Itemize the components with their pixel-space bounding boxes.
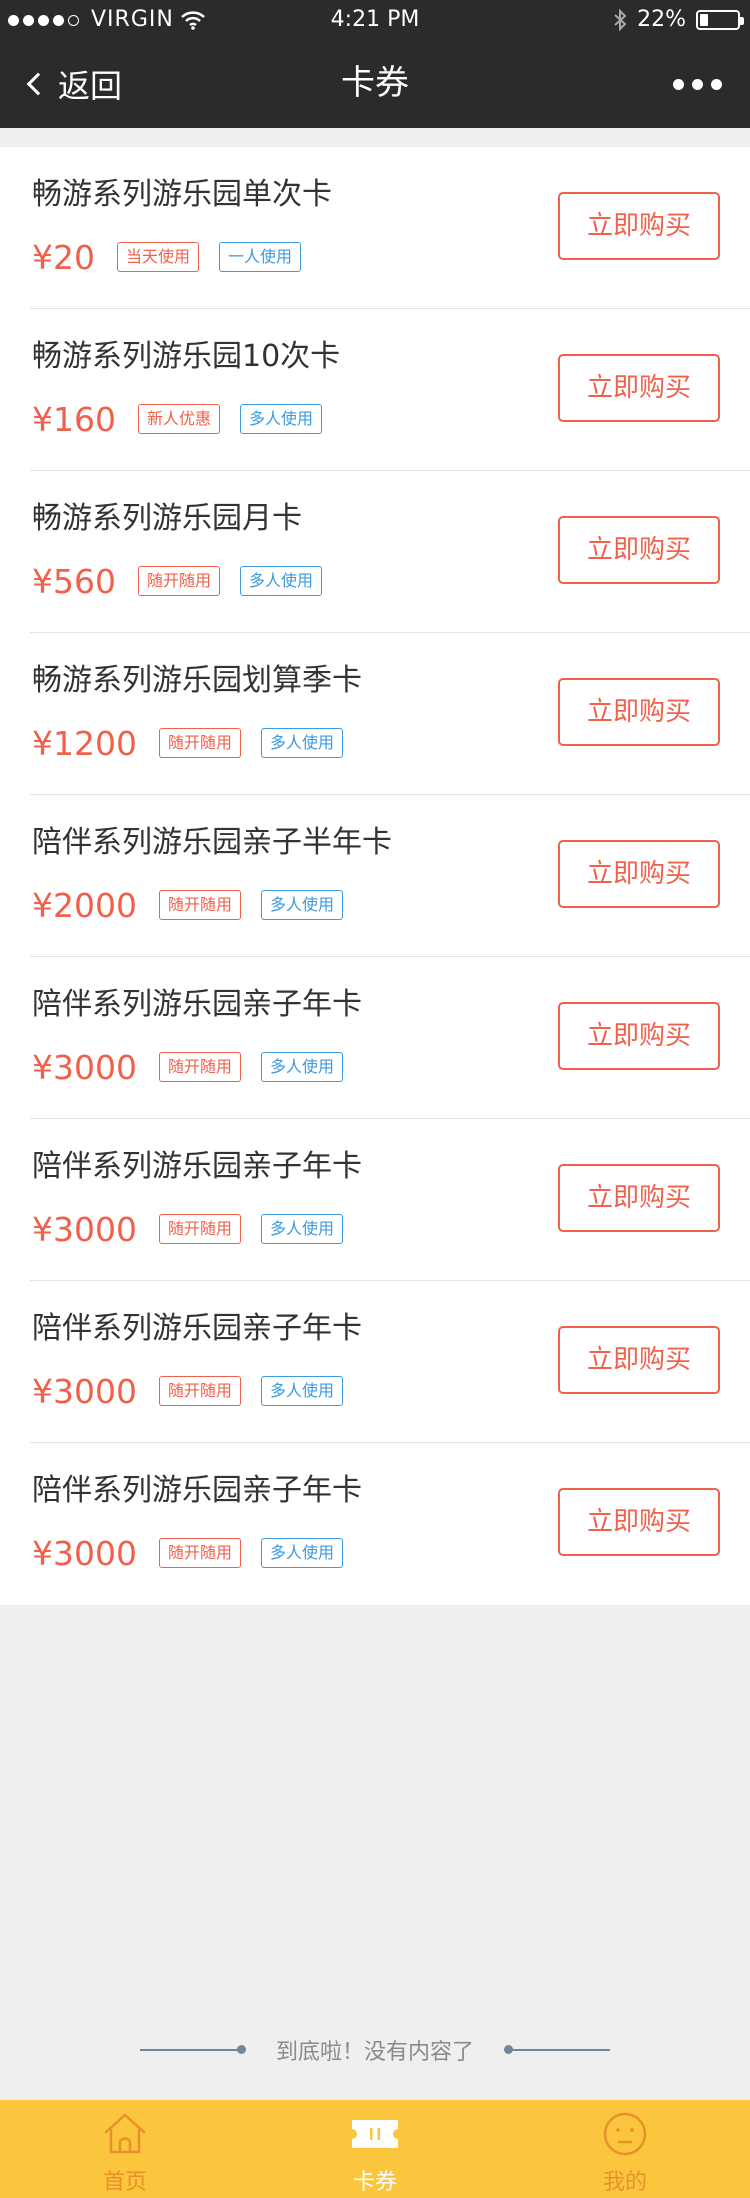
- user-count-tag: 多人使用: [240, 566, 323, 596]
- buy-now-button[interactable]: 立即购买: [558, 354, 720, 422]
- buy-now-button[interactable]: 立即购买: [558, 1002, 720, 1070]
- card-price: ¥160: [32, 399, 116, 439]
- wifi-icon: [180, 11, 205, 30]
- battery-icon: [696, 10, 744, 30]
- list-item: 陪伴系列游乐园亲子年卡 ¥3000 随开随用 多人使用 立即购买: [30, 1281, 750, 1443]
- buy-now-button[interactable]: 立即购买: [558, 516, 720, 584]
- tab-home[interactable]: 首页: [0, 2100, 250, 2198]
- list-item: 陪伴系列游乐园亲子年卡 ¥3000 随开随用 多人使用 立即购买: [30, 957, 750, 1119]
- user-count-tag: 多人使用: [261, 728, 344, 758]
- end-of-list-indicator: 到底啦！没有内容了: [0, 2030, 750, 2070]
- back-label: 返回: [58, 67, 123, 105]
- ticket-icon: [350, 2110, 400, 2158]
- card-name: 畅游系列游乐园月卡: [32, 501, 302, 536]
- list-item: 畅游系列游乐园单次卡 ¥20 当天使用 一人使用 立即购买: [30, 147, 750, 309]
- card-name: 畅游系列游乐园10次卡: [32, 339, 341, 374]
- usage-tag: 随开随用: [158, 1052, 241, 1082]
- chevron-left-icon: [26, 72, 50, 96]
- user-count-tag: 多人使用: [240, 404, 323, 434]
- more-menu-icon[interactable]: [673, 40, 722, 128]
- usage-tag: 随开随用: [158, 890, 241, 920]
- user-count-tag: 多人使用: [261, 890, 344, 920]
- card-name: 陪伴系列游乐园亲子年卡: [32, 1473, 362, 1508]
- battery-percent: 22%: [637, 7, 686, 32]
- tab-label: 卡券: [352, 2170, 397, 2195]
- list-item: 陪伴系列游乐园亲子年卡 ¥3000 随开随用 多人使用 立即购买: [30, 1119, 750, 1281]
- signal-strength-icon: [8, 14, 79, 26]
- user-count-tag: 多人使用: [261, 1214, 344, 1244]
- divider: [504, 2045, 610, 2054]
- buy-now-button[interactable]: 立即购买: [558, 192, 720, 260]
- usage-tag: 当天使用: [117, 242, 200, 272]
- card-name: 陪伴系列游乐园亲子年卡: [32, 987, 362, 1022]
- card-name: 陪伴系列游乐园亲子年卡: [32, 1149, 362, 1184]
- carrier-name: VIRGIN: [91, 7, 174, 32]
- card-price: ¥3000: [32, 1533, 137, 1573]
- card-price: ¥20: [32, 237, 95, 277]
- usage-tag: 新人优惠: [137, 404, 220, 434]
- list-item: 畅游系列游乐园划算季卡 ¥1200 随开随用 多人使用 立即购买: [30, 633, 750, 795]
- list-item: 畅游系列游乐园月卡 ¥560 随开随用 多人使用 立即购买: [30, 471, 750, 633]
- card-name: 畅游系列游乐园划算季卡: [32, 663, 362, 698]
- home-icon: [100, 2110, 150, 2158]
- buy-now-button[interactable]: 立即购买: [558, 1326, 720, 1394]
- list-item: 畅游系列游乐园10次卡 ¥160 新人优惠 多人使用 立即购买: [30, 309, 750, 471]
- buy-now-button[interactable]: 立即购买: [558, 1488, 720, 1556]
- card-price: ¥3000: [32, 1047, 137, 1087]
- buy-now-button[interactable]: 立即购买: [558, 840, 720, 908]
- buy-now-button[interactable]: 立即购买: [558, 1164, 720, 1232]
- list-item: 陪伴系列游乐园亲子半年卡 ¥2000 随开随用 多人使用 立即购买: [30, 795, 750, 957]
- usage-tag: 随开随用: [158, 728, 241, 758]
- usage-tag: 随开随用: [137, 566, 220, 596]
- user-count-tag: 多人使用: [261, 1538, 344, 1568]
- bottom-tab-bar: 首页 卡券 我的: [0, 2100, 750, 2198]
- bluetooth-icon: [614, 8, 627, 32]
- card-name: 陪伴系列游乐园亲子年卡: [32, 1311, 362, 1346]
- card-name: 畅游系列游乐园单次卡: [32, 177, 332, 212]
- tab-profile[interactable]: 我的: [500, 2100, 750, 2198]
- navigation-bar: 返回 卡券: [0, 40, 750, 128]
- usage-tag: 随开随用: [158, 1376, 241, 1406]
- user-count-tag: 多人使用: [261, 1052, 344, 1082]
- buy-now-button[interactable]: 立即购买: [558, 678, 720, 746]
- status-bar: VIRGIN 4:21 PM 22%: [0, 0, 750, 40]
- usage-tag: 随开随用: [158, 1538, 241, 1568]
- user-count-tag: 多人使用: [261, 1376, 344, 1406]
- smiley-icon: [600, 2110, 650, 2158]
- card-price: ¥3000: [32, 1209, 137, 1249]
- tab-label: 首页: [102, 2170, 147, 2195]
- card-price: ¥2000: [32, 885, 137, 925]
- card-price: ¥1200: [32, 723, 137, 763]
- usage-tag: 随开随用: [158, 1214, 241, 1244]
- divider: [139, 2045, 246, 2054]
- user-count-tag: 一人使用: [219, 242, 302, 272]
- card-price: ¥3000: [32, 1371, 137, 1411]
- card-list: 畅游系列游乐园单次卡 ¥20 当天使用 一人使用 立即购买 畅游系列游乐园10次…: [0, 147, 750, 1605]
- tab-label: 我的: [602, 2170, 647, 2195]
- back-button[interactable]: 返回: [24, 40, 122, 128]
- list-item: 陪伴系列游乐园亲子年卡 ¥3000 随开随用 多人使用 立即购买: [30, 1443, 750, 1605]
- end-of-list-text: 到底啦！没有内容了: [275, 2040, 474, 2065]
- tab-coupons[interactable]: 卡券: [250, 2100, 500, 2198]
- card-name: 陪伴系列游乐园亲子半年卡: [32, 825, 392, 860]
- card-price: ¥560: [32, 561, 116, 601]
